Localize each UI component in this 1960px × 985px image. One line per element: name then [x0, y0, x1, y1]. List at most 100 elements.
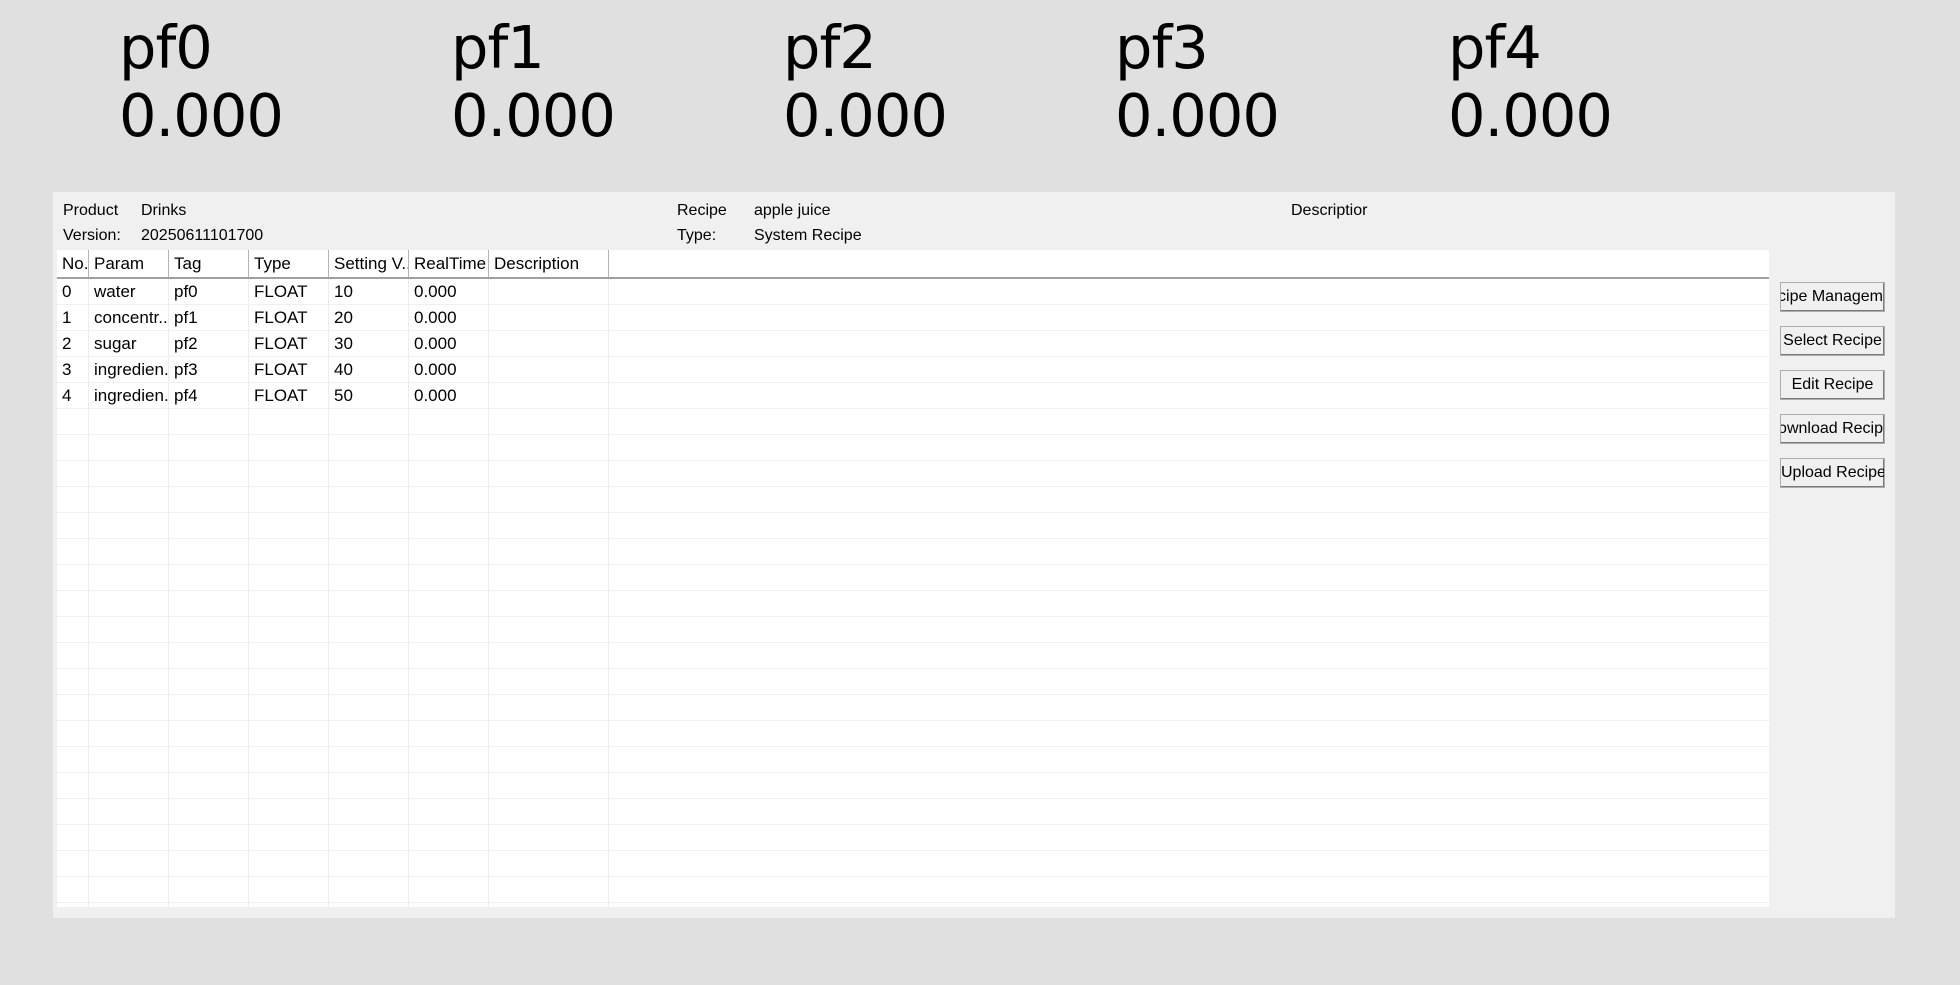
- cell-description: [489, 643, 609, 668]
- cell-tag: [169, 825, 249, 850]
- cell-no: [57, 877, 89, 902]
- cell-tag: [169, 799, 249, 824]
- download-recipe-button[interactable]: ownload Recip: [1780, 414, 1885, 444]
- table-row[interactable]: [57, 721, 1769, 747]
- header-col-realtime[interactable]: RealTime ...: [409, 250, 489, 277]
- cell-no: [57, 695, 89, 720]
- cell-realtime: 0.000: [409, 305, 489, 330]
- cell-realtime: [409, 877, 489, 902]
- tile-value: 0.000: [1448, 81, 1613, 150]
- recipe-management-button[interactable]: cipe Managem: [1780, 282, 1885, 312]
- cell-no: 3: [57, 357, 89, 382]
- table-row[interactable]: [57, 435, 1769, 461]
- table-row[interactable]: [57, 695, 1769, 721]
- table-row[interactable]: 0 water pf0 FLOAT 10 0.000: [57, 279, 1769, 305]
- table-row[interactable]: [57, 591, 1769, 617]
- tile-value: 0.000: [451, 81, 616, 150]
- cell-filler: [609, 877, 1769, 902]
- cell-setting-value: [329, 851, 409, 876]
- table-row[interactable]: 2 sugar pf2 FLOAT 30 0.000: [57, 331, 1769, 357]
- table-row[interactable]: 4ingredien...pf4FLOAT500.000: [57, 383, 1769, 409]
- cell-no: [57, 591, 89, 616]
- table-row[interactable]: [57, 851, 1769, 877]
- cell-realtime: [409, 435, 489, 460]
- cell-setting-value: [329, 487, 409, 512]
- header-col-description[interactable]: Description: [489, 250, 609, 277]
- cell-description: [489, 357, 609, 382]
- table-row[interactable]: [57, 903, 1769, 907]
- table-row[interactable]: [57, 747, 1769, 773]
- header-col-no[interactable]: No.: [57, 250, 89, 277]
- cell-filler: [609, 305, 1769, 330]
- cell-realtime: [409, 591, 489, 616]
- cell-no: [57, 721, 89, 746]
- table-row[interactable]: [57, 877, 1769, 903]
- cell-type: FLOAT: [249, 383, 329, 408]
- cell-setting-value: [329, 617, 409, 642]
- cell-type: [249, 435, 329, 460]
- cell-description: [489, 877, 609, 902]
- cell-description: [489, 695, 609, 720]
- cell-setting-value: [329, 721, 409, 746]
- table-row[interactable]: [57, 461, 1769, 487]
- recipe-table[interactable]: No.ParamTagTypeSetting V...RealTime ...D…: [57, 250, 1769, 907]
- table-row[interactable]: [57, 513, 1769, 539]
- cell-no: [57, 461, 89, 486]
- cell-realtime: [409, 825, 489, 850]
- cell-tag: [169, 877, 249, 902]
- table-row[interactable]: [57, 617, 1769, 643]
- cell-setting-value: 20: [329, 305, 409, 330]
- table-row[interactable]: [57, 773, 1769, 799]
- cell-setting-value: 40: [329, 357, 409, 382]
- table-row[interactable]: 3ingredien...pf3FLOAT400.000: [57, 357, 1769, 383]
- edit-recipe-button[interactable]: Edit Recipe: [1780, 370, 1885, 400]
- cell-description: [489, 383, 609, 408]
- cell-description: [489, 305, 609, 330]
- header-col-param[interactable]: Param: [89, 250, 169, 277]
- table-row[interactable]: [57, 487, 1769, 513]
- cell-setting-value: [329, 669, 409, 694]
- table-row[interactable]: [57, 799, 1769, 825]
- cell-description: [489, 747, 609, 772]
- cell-param: water: [89, 279, 169, 304]
- cell-tag: [169, 851, 249, 876]
- select-recipe-button[interactable]: Select Recipe: [1780, 326, 1885, 356]
- cell-filler: [609, 721, 1769, 746]
- table-row[interactable]: [57, 643, 1769, 669]
- cell-setting-value: [329, 799, 409, 824]
- cell-type: FLOAT: [249, 305, 329, 330]
- cell-filler: [609, 825, 1769, 850]
- cell-setting-value: [329, 903, 409, 907]
- cell-setting-value: [329, 695, 409, 720]
- cell-description: [489, 565, 609, 590]
- cell-param: [89, 643, 169, 668]
- table-row[interactable]: [57, 669, 1769, 695]
- cell-description: [489, 903, 609, 907]
- cell-realtime: [409, 747, 489, 772]
- recipe-panel: Product Drinks Version: 20250611101700 R…: [53, 192, 1895, 918]
- cell-realtime: [409, 721, 489, 746]
- table-row[interactable]: [57, 409, 1769, 435]
- cell-type: [249, 513, 329, 538]
- upload-recipe-button[interactable]: Upload Recipe: [1780, 458, 1885, 488]
- cell-param: [89, 799, 169, 824]
- header-col-type[interactable]: Type: [249, 250, 329, 277]
- cell-realtime: [409, 539, 489, 564]
- version-label: Version:: [63, 227, 121, 244]
- table-row[interactable]: [57, 825, 1769, 851]
- table-row[interactable]: [57, 565, 1769, 591]
- cell-filler: [609, 357, 1769, 382]
- table-row[interactable]: 1 concentr... pf1 FLOAT 20 0.000: [57, 305, 1769, 331]
- cell-tag: [169, 721, 249, 746]
- cell-description: [489, 409, 609, 434]
- header-col-setting-value[interactable]: Setting V...: [329, 250, 409, 277]
- cell-type: FLOAT: [249, 331, 329, 356]
- cell-setting-value: [329, 877, 409, 902]
- cell-type: [249, 877, 329, 902]
- cell-tag: [169, 435, 249, 460]
- table-row[interactable]: [57, 539, 1769, 565]
- cell-realtime: [409, 851, 489, 876]
- header-col-tag[interactable]: Tag: [169, 250, 249, 277]
- cell-setting-value: [329, 513, 409, 538]
- cell-param: [89, 851, 169, 876]
